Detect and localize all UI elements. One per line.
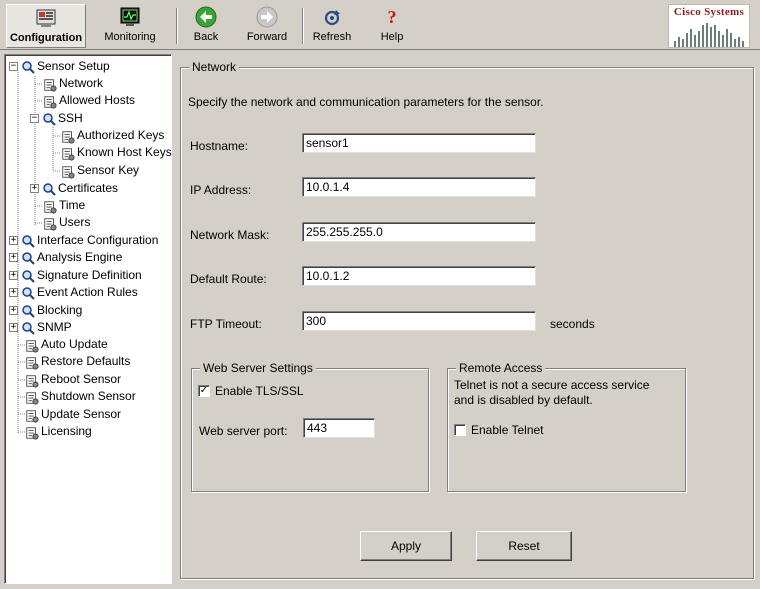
default-route-label: Default Route: (190, 272, 267, 286)
hostname-label: Hostname: (190, 139, 249, 153)
logo-bars-icon (674, 23, 744, 47)
help-question-icon: ? (381, 6, 403, 28)
configuration-button[interactable]: Configuration (6, 4, 86, 48)
cisco-logo: Cisco Systems (668, 4, 750, 48)
tree-item-update-sensor[interactable]: Update Sensor (25, 406, 121, 423)
settings-page-icon (25, 390, 39, 405)
help-button[interactable]: ? Help (372, 4, 412, 48)
magnifier-icon (42, 112, 56, 126)
forward-arrow-icon (256, 6, 278, 28)
tree-item-network[interactable]: Network (43, 75, 103, 92)
settings-page-icon (43, 199, 57, 214)
magnifier-icon (21, 269, 35, 283)
refresh-button[interactable]: Refresh (308, 4, 356, 48)
tree-item-authorized-keys[interactable]: Authorized Keys (61, 127, 164, 144)
magnifier-icon (21, 304, 35, 318)
ftp-timeout-input[interactable] (302, 311, 536, 331)
svg-text:?: ? (388, 7, 397, 27)
tree-item-blocking[interactable]: + Blocking (9, 302, 82, 319)
network-description: Specify the network and communication pa… (188, 95, 544, 109)
web-server-port-input[interactable] (303, 418, 375, 438)
expand-icon[interactable]: + (9, 236, 18, 245)
expand-icon[interactable]: + (9, 253, 18, 262)
tree-item-auto-update[interactable]: Auto Update (25, 336, 108, 353)
logo-text: Cisco Systems (673, 6, 745, 18)
settings-page-icon (61, 164, 75, 179)
tree-item-allowed-hosts[interactable]: Allowed Hosts (43, 92, 135, 109)
tree-item-sensor-setup[interactable]: − Sensor Setup (9, 58, 110, 75)
configuration-icon (35, 7, 57, 29)
network-mask-input[interactable] (302, 222, 536, 242)
settings-page-icon (43, 94, 57, 109)
enable-tls-row[interactable]: ✓ Enable TLS/SSL (198, 384, 304, 398)
tree-item-known-host-keys[interactable]: Known Host Keys (61, 144, 172, 161)
enable-telnet-row[interactable]: Enable Telnet (454, 423, 544, 437)
navigation-tree: − Sensor Setup Network Allowed Hosts − S… (4, 54, 172, 584)
settings-page-icon (25, 425, 39, 440)
toolbar: Configuration Monitoring Back Forward Re… (0, 0, 760, 50)
back-arrow-icon (195, 6, 217, 28)
network-group-title: Network (189, 60, 240, 74)
monitoring-icon (119, 6, 141, 28)
settings-page-icon (25, 338, 39, 353)
ip-address-input[interactable] (302, 177, 536, 197)
tree-item-event-action-rules[interactable]: + Event Action Rules (9, 284, 138, 301)
default-route-input[interactable] (302, 266, 536, 286)
tree-item-certificates[interactable]: + Certificates (30, 180, 118, 197)
ip-address-label: IP Address: (190, 183, 252, 197)
tree-item-licensing[interactable]: Licensing (25, 423, 92, 440)
magnifier-icon (21, 321, 35, 335)
toolbar-separator (176, 8, 178, 44)
telnet-note-line-1: Telnet is not a secure access service (454, 378, 650, 392)
tree-item-reboot-sensor[interactable]: Reboot Sensor (25, 371, 121, 388)
settings-page-icon (61, 146, 75, 161)
reset-button[interactable]: Reset (476, 531, 572, 561)
magnifier-icon (21, 234, 35, 248)
network-mask-label: Network Mask: (190, 228, 270, 242)
expand-icon[interactable]: + (9, 271, 18, 280)
collapse-icon[interactable]: − (30, 114, 39, 123)
collapse-icon[interactable]: − (9, 62, 18, 71)
settings-page-icon (25, 408, 39, 423)
remote-access-group-title: Remote Access (456, 361, 546, 375)
magnifier-icon (21, 286, 35, 300)
magnifier-icon (42, 182, 56, 196)
forward-button[interactable]: Forward (240, 4, 294, 48)
expand-icon[interactable]: + (30, 184, 39, 193)
telnet-note-line-2: and is disabled by default. (454, 393, 593, 407)
tree-item-users[interactable]: Users (43, 214, 90, 231)
settings-page-icon (25, 373, 39, 388)
enable-tls-checkbox[interactable]: ✓ (198, 385, 210, 397)
expand-icon[interactable]: + (9, 306, 18, 315)
expand-icon[interactable]: + (9, 323, 18, 332)
hostname-input[interactable] (302, 133, 536, 153)
ftp-timeout-unit: seconds (550, 317, 595, 331)
network-panel: Network Specify the network and communic… (178, 54, 756, 584)
settings-page-icon (43, 216, 57, 231)
tree-item-snmp[interactable]: + SNMP (9, 319, 72, 336)
magnifier-icon (21, 251, 35, 265)
toolbar-separator (302, 8, 304, 44)
web-server-port-label: Web server port: (199, 424, 288, 438)
settings-page-icon (25, 355, 39, 370)
back-button[interactable]: Back (184, 4, 228, 48)
tree-item-time[interactable]: Time (43, 197, 85, 214)
tree-item-analysis-engine[interactable]: + Analysis Engine (9, 249, 122, 266)
refresh-icon (321, 6, 343, 28)
tree-item-signature-definition[interactable]: + Signature Definition (9, 267, 142, 284)
settings-page-icon (43, 77, 57, 92)
tree-item-sensor-key[interactable]: Sensor Key (61, 162, 139, 179)
tree-item-ssh[interactable]: − SSH (30, 110, 83, 127)
monitoring-button[interactable]: Monitoring (100, 4, 160, 48)
tree-item-interface-configuration[interactable]: + Interface Configuration (9, 232, 158, 249)
magnifier-icon (21, 60, 35, 74)
tree-item-shutdown-sensor[interactable]: Shutdown Sensor (25, 388, 136, 405)
enable-telnet-checkbox[interactable] (454, 424, 466, 436)
settings-page-icon (61, 129, 75, 144)
tree-item-restore-defaults[interactable]: Restore Defaults (25, 353, 130, 370)
web-server-group-title: Web Server Settings (200, 361, 316, 375)
apply-button[interactable]: Apply (360, 531, 452, 561)
ftp-timeout-label: FTP Timeout: (190, 317, 262, 331)
expand-icon[interactable]: + (9, 288, 18, 297)
